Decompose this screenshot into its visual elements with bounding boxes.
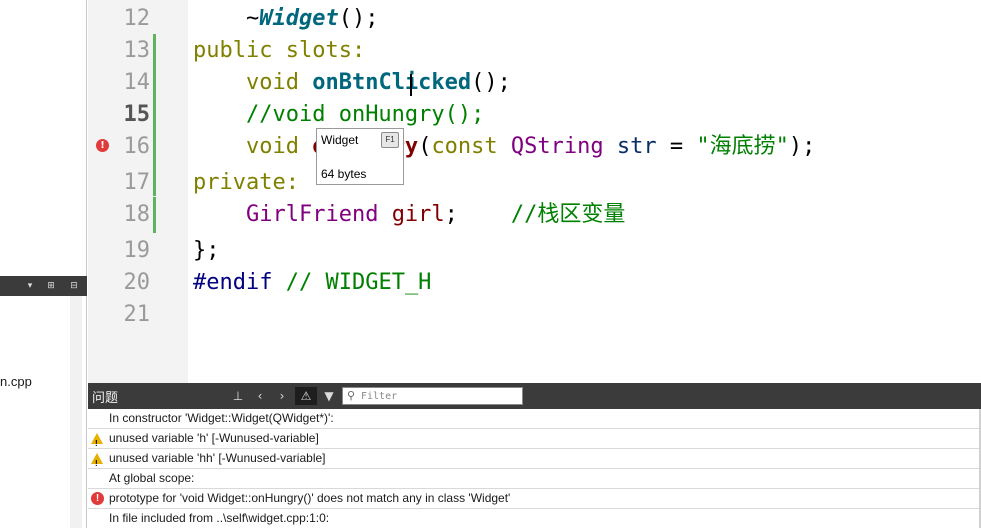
line-number: 18 <box>123 202 151 227</box>
filter-funnel-icon[interactable]: ▼ <box>320 387 338 405</box>
code-line-17: private: <box>193 170 299 195</box>
issue-row[interactable]: In constructor 'Widget::Widget(QWidget*)… <box>88 409 981 429</box>
issue-text: unused variable 'h' [-Wunused-variable] <box>109 431 319 445</box>
code-token: ; <box>444 202 458 227</box>
sidebar-file-item[interactable]: n.cpp <box>0 374 32 389</box>
code-token: (); <box>338 6 379 31</box>
sidebar-scrollbar[interactable] <box>70 296 82 528</box>
warning-icon <box>91 453 103 473</box>
text-cursor <box>410 74 412 96</box>
code-token-comment: //void onHungry(); <box>245 102 485 127</box>
code-token: ( <box>418 134 432 159</box>
issue-text: In constructor 'Widget::Widget(QWidget*)… <box>109 411 334 425</box>
issue-row[interactable]: ! prototype for 'void Widget::onHungry()… <box>88 489 981 509</box>
issues-toolbar: 问题 ⊥ ‹ › ⚠ ▼ ⚲ <box>88 383 981 409</box>
hover-tooltip: Widget F1 64 bytes <box>316 128 404 185</box>
line-number-current: 15 <box>123 102 151 127</box>
code-line-18: GirlFriend girl; //栈区变量 <box>193 199 625 231</box>
code-token: (); <box>471 70 511 95</box>
split-add-icon[interactable]: ⊞ <box>42 279 60 293</box>
issue-row[interactable]: In file included from ..\self\widget.cpp… <box>88 509 981 528</box>
code-token-type: QString <box>510 134 604 159</box>
line-number: 20 <box>123 270 151 295</box>
code-token-function: onBtnClicked <box>312 70 472 95</box>
change-indicator-bar <box>153 34 156 196</box>
issue-text: prototype for 'void Widget::onHungry()' … <box>109 491 511 505</box>
issue-row[interactable]: unused variable 'h' [-Wunused-variable] <box>88 429 981 453</box>
search-icon: ⚲ <box>347 389 356 402</box>
collapse-icon[interactable]: ⊟ <box>66 279 82 293</box>
code-line-12: ~Widget(); <box>193 3 378 35</box>
code-token-variable: str <box>616 134 657 159</box>
help-key-badge[interactable]: F1 <box>381 132 399 148</box>
code-token-keyword: const <box>431 134 498 159</box>
code-token-function: Widget <box>259 6 339 31</box>
code-line-15: //void onHungry(); <box>193 99 484 131</box>
code-token: ); <box>788 134 816 159</box>
line-number: 21 <box>123 302 151 327</box>
code-editor[interactable]: 12 13 14 15 16 17 18 19 20 21 ! ~Widget(… <box>88 0 981 383</box>
clean-icon[interactable]: ⊥ <box>229 387 247 405</box>
issue-text: unused variable 'hh' [-Wunused-variable] <box>109 451 326 465</box>
code-token-keyword: void <box>245 70 299 95</box>
error-icon: ! <box>91 492 104 505</box>
line-number: 17 <box>123 170 151 195</box>
code-line-20: #endif // WIDGET_H <box>193 267 431 299</box>
issue-row[interactable]: At global scope: <box>88 469 981 489</box>
next-arrow-icon[interactable]: › <box>273 387 291 405</box>
code-token-preprocessor: #endif <box>193 270 273 295</box>
code-token: ~ <box>245 6 260 31</box>
code-token-variable: girl <box>391 202 445 227</box>
code-line-19: }; <box>193 238 220 263</box>
warning-filter-icon[interactable]: ⚠ <box>295 387 317 405</box>
line-number: 13 <box>123 38 151 63</box>
tooltip-size: 64 bytes <box>321 167 367 181</box>
line-number-gutter: 12 13 14 15 16 17 18 19 20 21 ! <box>88 0 188 383</box>
code-token-comment: // WIDGET_H <box>285 270 432 295</box>
line-number: 14 <box>123 70 151 95</box>
code-token-type: GirlFriend <box>245 202 379 227</box>
code-line-13: public slots: <box>193 38 366 63</box>
issues-panel-title: 问题 <box>92 391 119 406</box>
code-token: = <box>656 134 697 159</box>
issue-text: At global scope: <box>109 471 195 485</box>
issues-panel: 问题 ⊥ ‹ › ⚠ ▼ ⚲ In constructor 'Widget::W… <box>88 383 981 528</box>
code-line-14: void onBtnClicked(); <box>193 67 511 99</box>
issue-text: In file included from ..\self\widget.cpp… <box>109 511 330 525</box>
previous-arrow-icon[interactable]: ‹ <box>251 387 269 405</box>
code-token-string: "海底捞" <box>696 134 789 159</box>
tooltip-title: Widget <box>321 133 359 147</box>
dropdown-arrow-icon[interactable]: ▾ <box>24 279 36 293</box>
error-marker-icon[interactable]: ! <box>96 139 109 152</box>
line-number: 12 <box>123 6 151 31</box>
project-sidebar: ▾ ⊞ ⊟ n.cpp <box>0 0 87 528</box>
filter-input[interactable] <box>361 389 519 403</box>
code-token-keyword: void <box>245 134 299 159</box>
change-indicator-bar <box>153 197 156 233</box>
filter-box[interactable]: ⚲ <box>342 387 523 405</box>
sidebar-toolbar: ▾ ⊞ ⊟ <box>0 276 87 296</box>
line-number: 19 <box>123 238 151 263</box>
code-line-16: void onHungry(const QString str = "海底捞")… <box>193 131 815 163</box>
warning-icon <box>91 433 103 453</box>
code-token-comment: //栈区变量 <box>510 202 626 227</box>
issue-row[interactable]: unused variable 'hh' [-Wunused-variable] <box>88 449 981 473</box>
